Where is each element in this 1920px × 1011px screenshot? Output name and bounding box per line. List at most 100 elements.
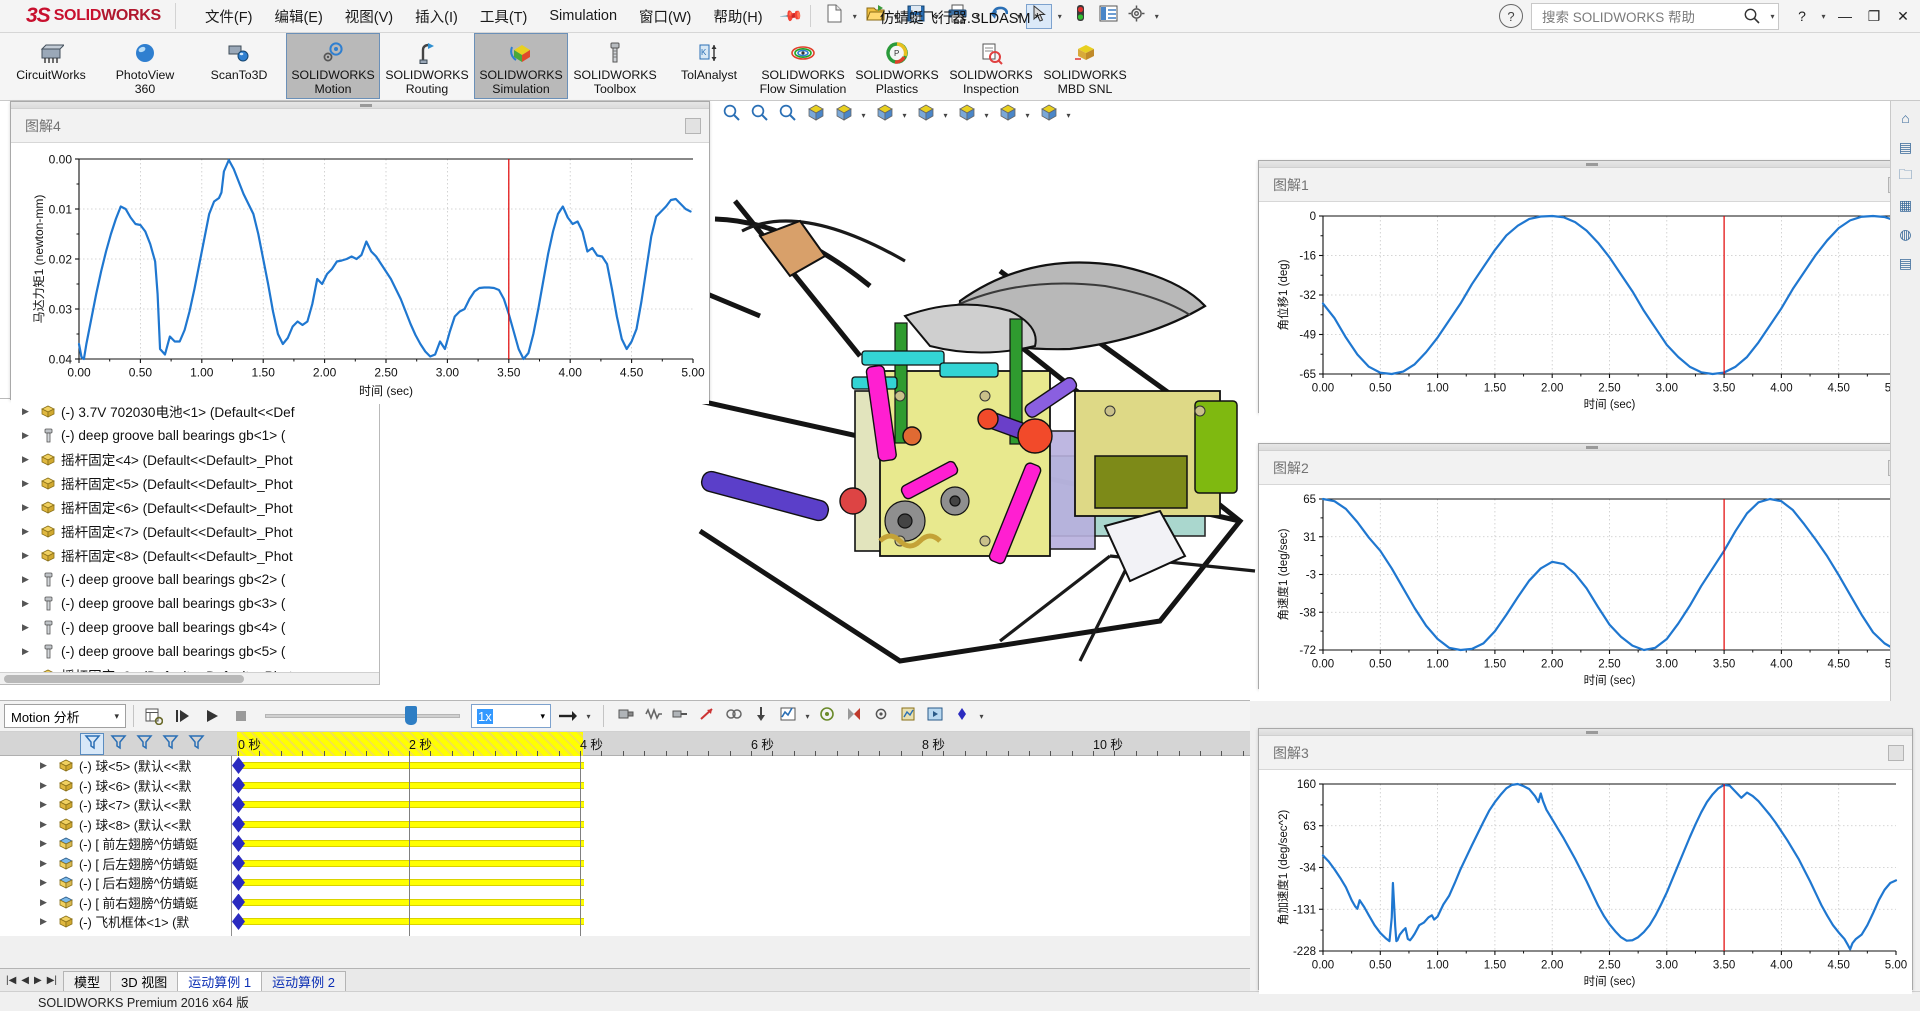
motion-tree-row[interactable]: ▶ (-) 飞机框体<1> (默 xyxy=(0,912,231,932)
feature-tree-item[interactable]: ▶ 摇杆固定<5> (Default<<Default>_Phot xyxy=(0,471,379,495)
custom-properties-button[interactable]: ▤ xyxy=(1894,252,1918,274)
motion-tree-row[interactable]: ▶ (-) 球<7> (默认<<默 xyxy=(0,795,231,815)
scene-button-dropdown-icon[interactable]: ▾ xyxy=(1022,111,1033,120)
document-tab-2[interactable]: 运动算例 1 xyxy=(177,970,263,992)
keyframe-marker[interactable] xyxy=(232,874,245,891)
minimize-button[interactable]: — xyxy=(1832,3,1858,29)
playback-mode-dropdown-icon[interactable]: ▾ xyxy=(583,712,594,721)
tab-nav-3[interactable]: ▶| xyxy=(45,975,59,986)
expand-arrow-icon[interactable]: ▶ xyxy=(22,598,38,609)
feature-tree-item[interactable]: ▶ 摇杆固定<6> (Default<<Default>_Phot xyxy=(0,495,379,519)
playback-speed-slider[interactable] xyxy=(265,705,460,727)
open-document-button-dropdown-icon[interactable]: ▾ xyxy=(890,12,901,21)
motion-manager-tree[interactable]: ▶ (-) 球<5> (默认<<默 ▶ (-) 球<6> (默认<<默 ▶ (-) 球<7… xyxy=(0,756,232,936)
task-home-button[interactable]: ⌂ xyxy=(1894,107,1918,129)
print-button-dropdown-icon[interactable]: ▾ xyxy=(972,12,983,21)
ribbon-tab-5[interactable]: SOLIDWORKS Simulation xyxy=(474,33,568,99)
expand-arrow-icon[interactable]: ▶ xyxy=(22,454,38,465)
motion-tree-row[interactable]: ▶ (-) [ 前右翅膀^仿蜻蜓 xyxy=(0,893,231,913)
graph-window-chart2[interactable]: 图解2 0.00 0.50 1.00 1.50 2.00 2.50 3.00 3.50 4.00… xyxy=(1258,443,1913,693)
motion-study-type-select[interactable]: Motion 分析 ▾ xyxy=(4,704,126,728)
filter-results-button[interactable] xyxy=(184,733,208,755)
feature-tree-item[interactable]: ▶ 摇杆固定<4> (Default<<Default>_Phot xyxy=(0,447,379,471)
view-palette-button[interactable]: ▦ xyxy=(1894,194,1918,216)
menu-item-0[interactable]: 文件(F) xyxy=(194,3,264,30)
tab-nav-0[interactable]: |◀ xyxy=(4,975,18,986)
chevron-down-icon[interactable]: ▾ xyxy=(114,711,119,722)
appearances-button[interactable] xyxy=(953,102,979,128)
ribbon-tab-2[interactable]: ScanTo3D xyxy=(192,33,286,99)
hide-show-button-dropdown-icon[interactable]: ▾ xyxy=(940,111,951,120)
feature-tree-item[interactable]: ▶ (-) deep groove ball bearings gb<2> ( xyxy=(0,567,379,591)
expand-arrow-icon[interactable]: ▶ xyxy=(40,858,56,869)
new-document-button[interactable] xyxy=(821,4,847,29)
expand-arrow-icon[interactable]: ▶ xyxy=(22,430,38,441)
ribbon-tab-11[interactable]: SOLIDWORKS MBD SNL xyxy=(1038,33,1132,99)
save-button-dropdown-icon[interactable]: ▾ xyxy=(931,12,942,21)
filter-drivers-button[interactable] xyxy=(132,733,156,755)
select-button-dropdown-icon[interactable]: ▾ xyxy=(1054,12,1065,21)
pan-button[interactable] xyxy=(774,102,800,128)
feature-tree-item[interactable]: ▶ (-) deep groove ball bearings gb<1> ( xyxy=(0,423,379,447)
results-plot-button[interactable] xyxy=(775,704,801,729)
keyframe-marker[interactable] xyxy=(232,776,245,794)
ribbon-tab-4[interactable]: SOLIDWORKS Routing xyxy=(380,33,474,99)
expand-arrow-icon[interactable]: ▶ xyxy=(40,819,56,830)
force-button[interactable] xyxy=(694,704,720,729)
design-library-button[interactable]: ▤ xyxy=(1894,136,1918,158)
timeline-bar[interactable] xyxy=(242,801,584,808)
tab-nav-2[interactable]: ▶ xyxy=(32,975,44,986)
tab-nav-arrows[interactable]: |◀ ◀ ▶ ▶| xyxy=(0,975,63,986)
graph-minimize-button[interactable] xyxy=(1888,744,1904,761)
spring-button[interactable] xyxy=(640,704,666,729)
motion-tree-row[interactable]: ▶ (-) [ 后右翅膀^仿蜻蜓 xyxy=(0,873,231,893)
expand-arrow-icon[interactable]: ▶ xyxy=(40,877,56,888)
ribbon-tab-3[interactable]: SOLIDWORKS Motion xyxy=(286,33,380,99)
key-point-button-dropdown-icon[interactable]: ▾ xyxy=(976,712,987,721)
keyframe-marker[interactable] xyxy=(232,854,245,872)
timeline-bar[interactable] xyxy=(242,820,584,828)
settings-button[interactable] xyxy=(1123,4,1149,29)
expand-arrow-icon[interactable]: ▶ xyxy=(22,526,38,537)
new-document-button-dropdown-icon[interactable]: ▾ xyxy=(849,12,860,21)
save-button[interactable] xyxy=(903,4,929,29)
help-circle-icon[interactable]: ? xyxy=(1499,4,1523,28)
ribbon-tab-6[interactable]: SOLIDWORKS Toolbox xyxy=(568,33,662,99)
feature-tree-item[interactable]: ▶ 摇杆固定<8> (Default<<Default>_Phot xyxy=(0,543,379,567)
expand-arrow-icon[interactable]: ▶ xyxy=(40,838,56,849)
slider-knob[interactable] xyxy=(405,706,417,725)
undo-button[interactable] xyxy=(985,4,1011,29)
playback-speed-input[interactable]: 1x ▾ xyxy=(471,704,551,728)
motion-timeline-tracks[interactable] xyxy=(232,756,1250,936)
expand-arrow-icon[interactable]: ▶ xyxy=(22,502,38,513)
filter-all-button[interactable] xyxy=(80,733,104,755)
options-list-button[interactable] xyxy=(1095,4,1121,29)
undo-button-dropdown-icon[interactable]: ▾ xyxy=(1013,12,1024,21)
contact-button[interactable] xyxy=(721,704,747,729)
document-tab-0[interactable]: 模型 xyxy=(63,970,112,992)
ribbon-tab-9[interactable]: P SOLIDWORKS Plastics xyxy=(850,33,944,99)
menu-item-5[interactable]: Simulation xyxy=(538,5,628,27)
window-grip[interactable] xyxy=(1259,161,1912,168)
keyframe-marker[interactable] xyxy=(232,835,245,852)
hide-show-button[interactable] xyxy=(912,102,938,128)
filter-selected-button[interactable] xyxy=(158,733,182,755)
menu-item-4[interactable]: 工具(T) xyxy=(469,3,539,30)
help-dropdown-icon[interactable]: ▾ xyxy=(1818,12,1829,21)
pushpin-icon[interactable]: 📌 xyxy=(778,3,804,29)
timeline-bar[interactable] xyxy=(242,898,584,906)
keyframe-marker[interactable] xyxy=(232,796,245,813)
timeline-bar[interactable] xyxy=(242,918,584,925)
timeline-bar[interactable] xyxy=(242,781,584,789)
restore-button[interactable]: ❐ xyxy=(1861,3,1887,29)
expand-arrow-icon[interactable]: ▶ xyxy=(40,799,56,810)
keyframe-marker[interactable] xyxy=(232,893,245,911)
rebuild-button[interactable] xyxy=(1067,4,1093,29)
window-grip[interactable] xyxy=(1259,729,1912,736)
options-button[interactable] xyxy=(868,704,894,729)
search-box[interactable]: 搜索 SOLIDWORKS 帮助 ▾ xyxy=(1531,2,1779,30)
feature-tree-item[interactable]: ▶ 摇杆固定<7> (Default<<Default>_Phot xyxy=(0,519,379,543)
graph-window-chart1[interactable]: 图解1 0.00 0.50 1.00 1.50 2.00 2.50 3.00 3.50 4.00… xyxy=(1258,160,1913,417)
expand-arrow-icon[interactable]: ▶ xyxy=(22,646,38,657)
graph-minimize-button[interactable] xyxy=(685,117,701,134)
